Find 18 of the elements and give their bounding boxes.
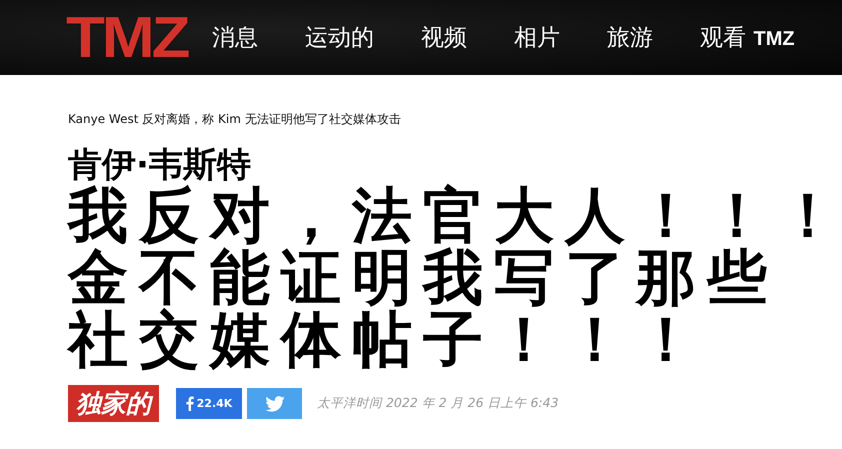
- twitter-share-button[interactable]: [247, 388, 302, 419]
- headline-line: 我反对，法官大人！！！: [68, 185, 842, 247]
- timestamp: 太平洋时间 2022 年 2 月 26 日上午 6:43: [317, 395, 559, 412]
- nav-link[interactable]: 视频: [421, 22, 468, 53]
- kicker: 肯伊·韦斯特: [68, 145, 251, 185]
- facebook-share-button[interactable]: 22.4K: [176, 388, 242, 419]
- headline-line: 社交媒体帖子！！！: [68, 309, 707, 371]
- nav-link[interactable]: 相片: [514, 22, 560, 53]
- nav-link[interactable]: 观看 TMZ: [700, 22, 795, 53]
- nav-link[interactable]: 旅游: [607, 22, 654, 53]
- headline-line: 金不能证明我写了那些: [68, 247, 778, 309]
- exclusive-label: 独家的: [68, 385, 159, 422]
- nav-link[interactable]: 运动的: [305, 22, 374, 53]
- bird-icon: [264, 396, 284, 412]
- breadcrumb: Kanye West 反对离婚，称 Kim 无法证明他写了社交媒体攻击: [68, 111, 402, 128]
- nav-link[interactable]: 消息: [212, 22, 258, 53]
- facebook-icon: [186, 396, 194, 411]
- tmz-logo[interactable]: TMZ: [66, 8, 188, 66]
